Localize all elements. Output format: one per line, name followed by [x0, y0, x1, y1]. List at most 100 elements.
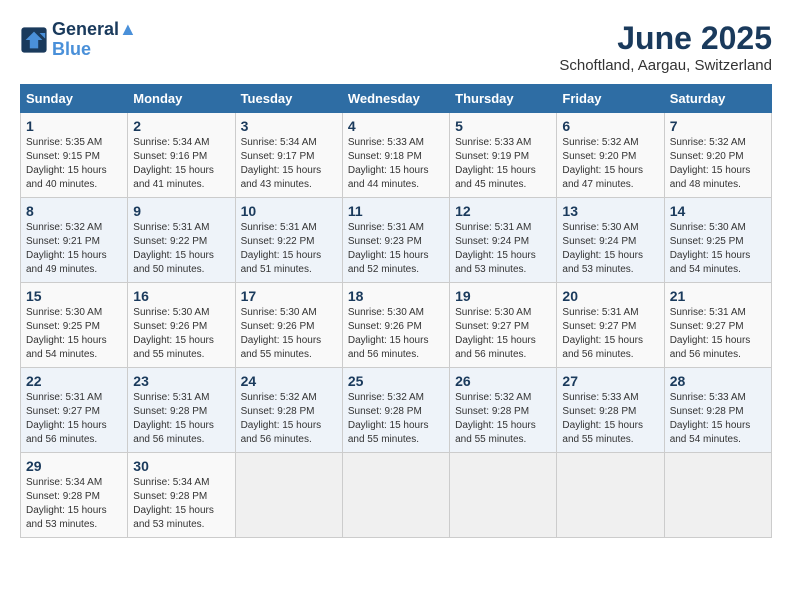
day-info: Sunrise: 5:33 AM Sunset: 9:18 PM Dayligh… [348, 136, 444, 192]
table-row: 11 Sunrise: 5:31 AM Sunset: 9:23 PM Dayl… [342, 198, 449, 283]
calendar-header: General▲ Blue June 2025 Schoftland, Aarg… [20, 20, 772, 74]
day-info: Sunrise: 5:31 AM Sunset: 9:22 PM Dayligh… [133, 221, 229, 277]
day-number: 8 [26, 203, 122, 219]
table-row [450, 453, 557, 538]
day-number: 1 [26, 118, 122, 134]
header-tuesday: Tuesday [235, 85, 342, 113]
header-thursday: Thursday [450, 85, 557, 113]
table-row: 12 Sunrise: 5:31 AM Sunset: 9:24 PM Dayl… [450, 198, 557, 283]
day-number: 19 [455, 288, 551, 304]
day-number: 6 [562, 118, 658, 134]
day-info: Sunrise: 5:31 AM Sunset: 9:24 PM Dayligh… [455, 221, 551, 277]
table-row: 21 Sunrise: 5:31 AM Sunset: 9:27 PM Dayl… [664, 283, 771, 368]
calendar-title: June 2025 [559, 20, 772, 57]
day-number: 24 [241, 373, 337, 389]
day-info: Sunrise: 5:30 AM Sunset: 9:26 PM Dayligh… [241, 306, 337, 362]
table-row: 9 Sunrise: 5:31 AM Sunset: 9:22 PM Dayli… [128, 198, 235, 283]
table-row: 4 Sunrise: 5:33 AM Sunset: 9:18 PM Dayli… [342, 113, 449, 198]
table-row: 26 Sunrise: 5:32 AM Sunset: 9:28 PM Dayl… [450, 368, 557, 453]
day-info: Sunrise: 5:34 AM Sunset: 9:28 PM Dayligh… [133, 476, 229, 532]
day-number: 18 [348, 288, 444, 304]
day-number: 9 [133, 203, 229, 219]
table-row [557, 453, 664, 538]
day-number: 25 [348, 373, 444, 389]
day-info: Sunrise: 5:30 AM Sunset: 9:25 PM Dayligh… [670, 221, 766, 277]
day-number: 10 [241, 203, 337, 219]
day-number: 16 [133, 288, 229, 304]
day-number: 7 [670, 118, 766, 134]
table-row: 23 Sunrise: 5:31 AM Sunset: 9:28 PM Dayl… [128, 368, 235, 453]
header-friday: Friday [557, 85, 664, 113]
header-wednesday: Wednesday [342, 85, 449, 113]
calendar-row: 8 Sunrise: 5:32 AM Sunset: 9:21 PM Dayli… [21, 198, 772, 283]
day-number: 20 [562, 288, 658, 304]
day-number: 27 [562, 373, 658, 389]
day-number: 21 [670, 288, 766, 304]
table-row: 22 Sunrise: 5:31 AM Sunset: 9:27 PM Dayl… [21, 368, 128, 453]
day-number: 26 [455, 373, 551, 389]
day-info: Sunrise: 5:31 AM Sunset: 9:28 PM Dayligh… [133, 391, 229, 447]
table-row: 28 Sunrise: 5:33 AM Sunset: 9:28 PM Dayl… [664, 368, 771, 453]
day-info: Sunrise: 5:31 AM Sunset: 9:27 PM Dayligh… [670, 306, 766, 362]
table-row: 8 Sunrise: 5:32 AM Sunset: 9:21 PM Dayli… [21, 198, 128, 283]
day-info: Sunrise: 5:32 AM Sunset: 9:28 PM Dayligh… [241, 391, 337, 447]
day-number: 5 [455, 118, 551, 134]
table-row: 15 Sunrise: 5:30 AM Sunset: 9:25 PM Dayl… [21, 283, 128, 368]
day-info: Sunrise: 5:35 AM Sunset: 9:15 PM Dayligh… [26, 136, 122, 192]
day-info: Sunrise: 5:31 AM Sunset: 9:27 PM Dayligh… [562, 306, 658, 362]
table-row: 10 Sunrise: 5:31 AM Sunset: 9:22 PM Dayl… [235, 198, 342, 283]
day-number: 17 [241, 288, 337, 304]
table-row: 19 Sunrise: 5:30 AM Sunset: 9:27 PM Dayl… [450, 283, 557, 368]
day-number: 14 [670, 203, 766, 219]
table-row: 17 Sunrise: 5:30 AM Sunset: 9:26 PM Dayl… [235, 283, 342, 368]
day-info: Sunrise: 5:31 AM Sunset: 9:22 PM Dayligh… [241, 221, 337, 277]
day-number: 13 [562, 203, 658, 219]
logo-text: General▲ Blue [52, 20, 137, 60]
logo-icon [20, 26, 48, 54]
day-number: 23 [133, 373, 229, 389]
table-row: 20 Sunrise: 5:31 AM Sunset: 9:27 PM Dayl… [557, 283, 664, 368]
table-row: 29 Sunrise: 5:34 AM Sunset: 9:28 PM Dayl… [21, 453, 128, 538]
day-info: Sunrise: 5:30 AM Sunset: 9:26 PM Dayligh… [133, 306, 229, 362]
table-row: 5 Sunrise: 5:33 AM Sunset: 9:19 PM Dayli… [450, 113, 557, 198]
day-number: 28 [670, 373, 766, 389]
day-info: Sunrise: 5:33 AM Sunset: 9:28 PM Dayligh… [670, 391, 766, 447]
day-info: Sunrise: 5:32 AM Sunset: 9:20 PM Dayligh… [562, 136, 658, 192]
table-row [664, 453, 771, 538]
table-row [235, 453, 342, 538]
table-row: 25 Sunrise: 5:32 AM Sunset: 9:28 PM Dayl… [342, 368, 449, 453]
table-row: 6 Sunrise: 5:32 AM Sunset: 9:20 PM Dayli… [557, 113, 664, 198]
table-row: 16 Sunrise: 5:30 AM Sunset: 9:26 PM Dayl… [128, 283, 235, 368]
day-number: 30 [133, 458, 229, 474]
header-monday: Monday [128, 85, 235, 113]
calendar-row: 22 Sunrise: 5:31 AM Sunset: 9:27 PM Dayl… [21, 368, 772, 453]
logo: General▲ Blue [20, 20, 137, 60]
title-area: June 2025 Schoftland, Aargau, Switzerlan… [559, 20, 772, 74]
day-info: Sunrise: 5:32 AM Sunset: 9:28 PM Dayligh… [348, 391, 444, 447]
day-info: Sunrise: 5:30 AM Sunset: 9:27 PM Dayligh… [455, 306, 551, 362]
day-info: Sunrise: 5:31 AM Sunset: 9:23 PM Dayligh… [348, 221, 444, 277]
day-info: Sunrise: 5:30 AM Sunset: 9:26 PM Dayligh… [348, 306, 444, 362]
table-row [342, 453, 449, 538]
table-row: 7 Sunrise: 5:32 AM Sunset: 9:20 PM Dayli… [664, 113, 771, 198]
table-row: 13 Sunrise: 5:30 AM Sunset: 9:24 PM Dayl… [557, 198, 664, 283]
table-row: 30 Sunrise: 5:34 AM Sunset: 9:28 PM Dayl… [128, 453, 235, 538]
day-number: 15 [26, 288, 122, 304]
day-info: Sunrise: 5:32 AM Sunset: 9:28 PM Dayligh… [455, 391, 551, 447]
day-info: Sunrise: 5:30 AM Sunset: 9:25 PM Dayligh… [26, 306, 122, 362]
day-number: 4 [348, 118, 444, 134]
day-info: Sunrise: 5:32 AM Sunset: 9:20 PM Dayligh… [670, 136, 766, 192]
day-info: Sunrise: 5:34 AM Sunset: 9:28 PM Dayligh… [26, 476, 122, 532]
table-row: 2 Sunrise: 5:34 AM Sunset: 9:16 PM Dayli… [128, 113, 235, 198]
day-info: Sunrise: 5:33 AM Sunset: 9:19 PM Dayligh… [455, 136, 551, 192]
day-info: Sunrise: 5:33 AM Sunset: 9:28 PM Dayligh… [562, 391, 658, 447]
day-info: Sunrise: 5:31 AM Sunset: 9:27 PM Dayligh… [26, 391, 122, 447]
day-number: 12 [455, 203, 551, 219]
day-number: 2 [133, 118, 229, 134]
calendar-row: 29 Sunrise: 5:34 AM Sunset: 9:28 PM Dayl… [21, 453, 772, 538]
day-info: Sunrise: 5:34 AM Sunset: 9:16 PM Dayligh… [133, 136, 229, 192]
calendar-subtitle: Schoftland, Aargau, Switzerland [559, 57, 772, 74]
header-row: Sunday Monday Tuesday Wednesday Thursday… [21, 85, 772, 113]
table-row: 24 Sunrise: 5:32 AM Sunset: 9:28 PM Dayl… [235, 368, 342, 453]
table-row: 3 Sunrise: 5:34 AM Sunset: 9:17 PM Dayli… [235, 113, 342, 198]
